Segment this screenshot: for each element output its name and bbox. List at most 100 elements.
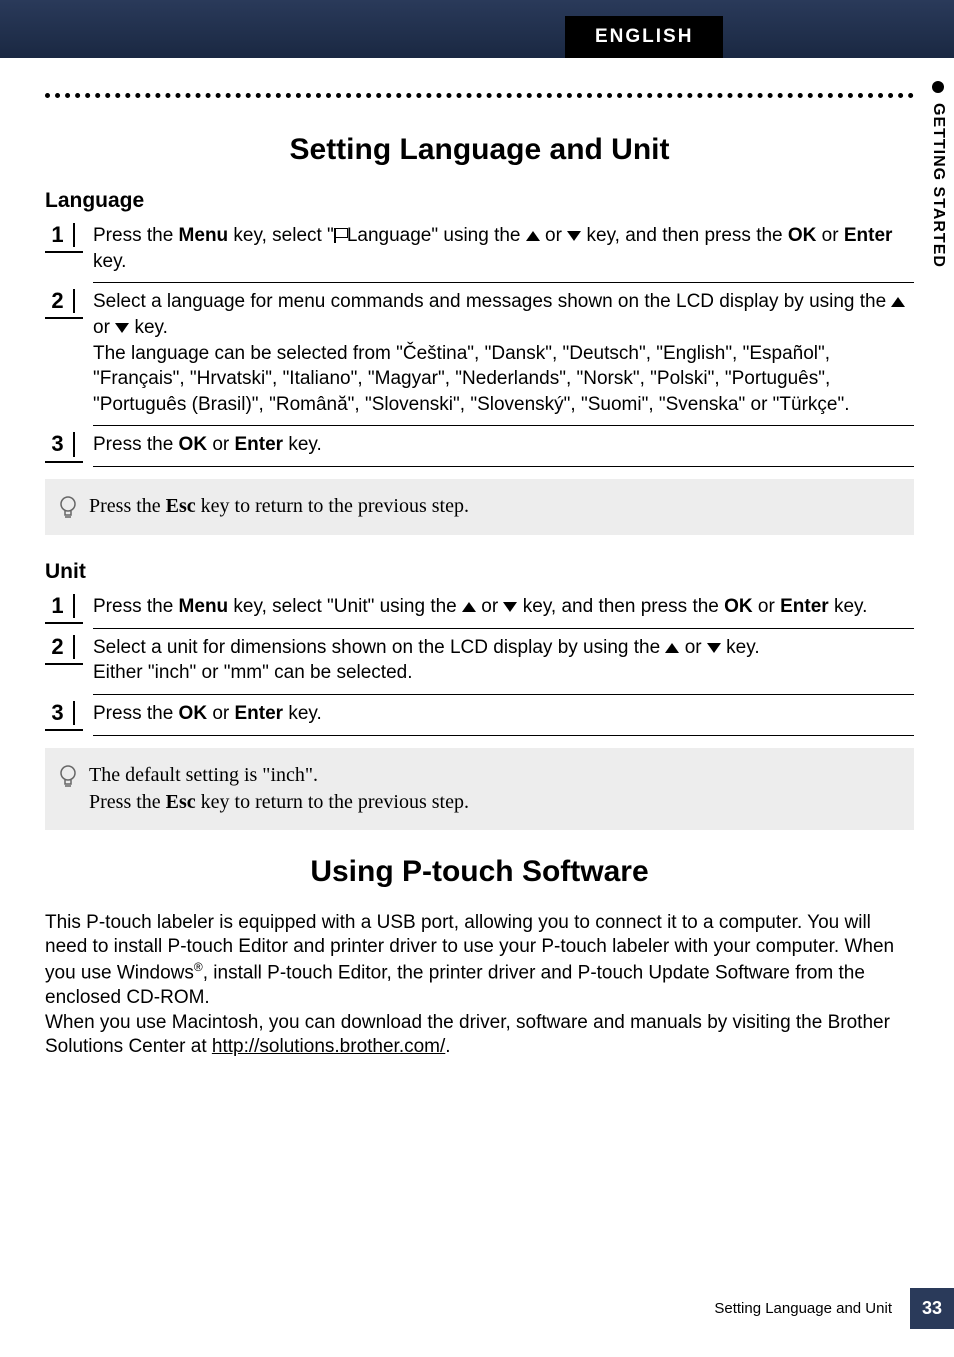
text: Language" using the: [347, 225, 526, 246]
ok-key: OK: [179, 703, 208, 724]
step-body: Select a unit for dimensions shown on th…: [93, 635, 914, 695]
step-body: Select a language for menu commands and …: [93, 289, 914, 426]
up-arrow-icon: [526, 231, 540, 241]
step-body: Press the Menu key, select "Language" us…: [93, 223, 914, 283]
step-body: Press the OK or Enter key.: [93, 701, 914, 736]
text: key.: [721, 637, 760, 658]
step-number: 1: [45, 594, 75, 618]
text: key, select "Unit" using the: [228, 596, 462, 617]
language-tab: ENGLISH: [565, 16, 723, 58]
language-step-3: 3 Press the OK or Enter key.: [45, 432, 914, 467]
menu-key: Menu: [179, 225, 229, 246]
text: key.: [283, 434, 322, 455]
unit-heading: Unit: [45, 560, 914, 584]
step-number: 2: [45, 289, 75, 313]
language-step-1: 1 Press the Menu key, select "Language" …: [45, 223, 914, 283]
header-band: ENGLISH: [0, 0, 954, 58]
step-number: 2: [45, 635, 75, 659]
language-heading: Language: [45, 189, 914, 213]
text: or: [207, 434, 234, 455]
ok-key: OK: [724, 596, 753, 617]
up-arrow-icon: [891, 297, 905, 307]
tip-text: The default setting is "inch". Press the…: [89, 762, 469, 816]
registered-symbol: ®: [194, 960, 203, 974]
enter-key: Enter: [235, 434, 284, 455]
language-section: Language 1 Press the Menu key, select "L…: [45, 189, 914, 535]
text: Press the: [93, 703, 179, 724]
text: key.: [93, 251, 126, 272]
flag-icon: [334, 228, 347, 243]
text: or: [476, 596, 503, 617]
unit-step-1: 1 Press the Menu key, select "Unit" usin…: [45, 594, 914, 629]
text: key.: [129, 317, 168, 338]
text: or: [207, 703, 234, 724]
down-arrow-icon: [115, 323, 129, 333]
text: Select a unit for dimensions shown on th…: [93, 637, 665, 658]
unit-step-3: 3 Press the OK or Enter key.: [45, 701, 914, 736]
step-number: 3: [45, 701, 75, 725]
text: key.: [283, 703, 322, 724]
down-arrow-icon: [503, 602, 517, 612]
ok-key: OK: [788, 225, 817, 246]
text: key to return to the previous step.: [196, 495, 469, 517]
enter-key: Enter: [844, 225, 893, 246]
text: key, and then press the: [517, 596, 724, 617]
menu-key: Menu: [179, 596, 229, 617]
language-step-2: 2 Select a language for menu commands an…: [45, 289, 914, 426]
down-arrow-icon: [567, 231, 581, 241]
tip-box: Press the Esc key to return to the previ…: [45, 479, 914, 535]
text: key, and then press the: [581, 225, 788, 246]
esc-key: Esc: [166, 791, 196, 813]
text: Select a language for menu commands and …: [93, 291, 891, 312]
text: Either "inch" or "mm" can be selected.: [93, 662, 413, 683]
step-number-cell: 2: [45, 289, 83, 319]
enter-key: Enter: [780, 596, 829, 617]
text: The language can be selected from "Češti…: [93, 343, 850, 415]
text: .: [445, 1036, 450, 1057]
page-number: 33: [910, 1288, 954, 1329]
dotted-divider: [45, 93, 914, 98]
step-number-cell: 1: [45, 223, 83, 253]
page-content: Setting Language and Unit Language 1 Pre…: [0, 58, 954, 1060]
text: Press the: [93, 596, 179, 617]
ok-key: OK: [179, 434, 208, 455]
solutions-url[interactable]: http://solutions.brother.com/: [212, 1036, 445, 1057]
text: The default setting is "inch".: [89, 764, 318, 786]
text: or: [540, 225, 567, 246]
lightbulb-icon: [57, 495, 79, 521]
step-body: Press the OK or Enter key.: [93, 432, 914, 467]
text: When you use Macintosh, you can download…: [45, 1012, 890, 1058]
step-number: 1: [45, 223, 75, 247]
tip-box: The default setting is "inch". Press the…: [45, 748, 914, 830]
up-arrow-icon: [462, 602, 476, 612]
lightbulb-icon: [57, 764, 79, 790]
page-footer: Setting Language and Unit 33: [714, 1288, 954, 1329]
text: key.: [829, 596, 868, 617]
ptouch-intro: This P-touch labeler is equipped with a …: [45, 911, 914, 1060]
text: Press the: [93, 434, 179, 455]
tip-text: Press the Esc key to return to the previ…: [89, 493, 469, 520]
text: Press the: [93, 225, 179, 246]
text: Press the: [89, 791, 166, 813]
text: or: [753, 596, 780, 617]
down-arrow-icon: [707, 643, 721, 653]
unit-section: Unit 1 Press the Menu key, select "Unit"…: [45, 560, 914, 830]
step-number: 3: [45, 432, 75, 456]
step-number-cell: 2: [45, 635, 83, 665]
step-number-cell: 1: [45, 594, 83, 624]
unit-step-2: 2 Select a unit for dimensions shown on …: [45, 635, 914, 695]
up-arrow-icon: [665, 643, 679, 653]
enter-key: Enter: [235, 703, 284, 724]
step-number-cell: 3: [45, 701, 83, 731]
esc-key: Esc: [166, 495, 196, 517]
step-number-cell: 3: [45, 432, 83, 462]
step-body: Press the Menu key, select "Unit" using …: [93, 594, 914, 629]
text: Press the: [89, 495, 166, 517]
text: or: [93, 317, 115, 338]
section-title-ptouch: Using P-touch Software: [45, 855, 914, 889]
text: key to return to the previous step.: [196, 791, 469, 813]
section-title-language-unit: Setting Language and Unit: [45, 133, 914, 167]
footer-section-label: Setting Language and Unit: [714, 1300, 892, 1317]
text: or: [679, 637, 706, 658]
text: or: [816, 225, 843, 246]
